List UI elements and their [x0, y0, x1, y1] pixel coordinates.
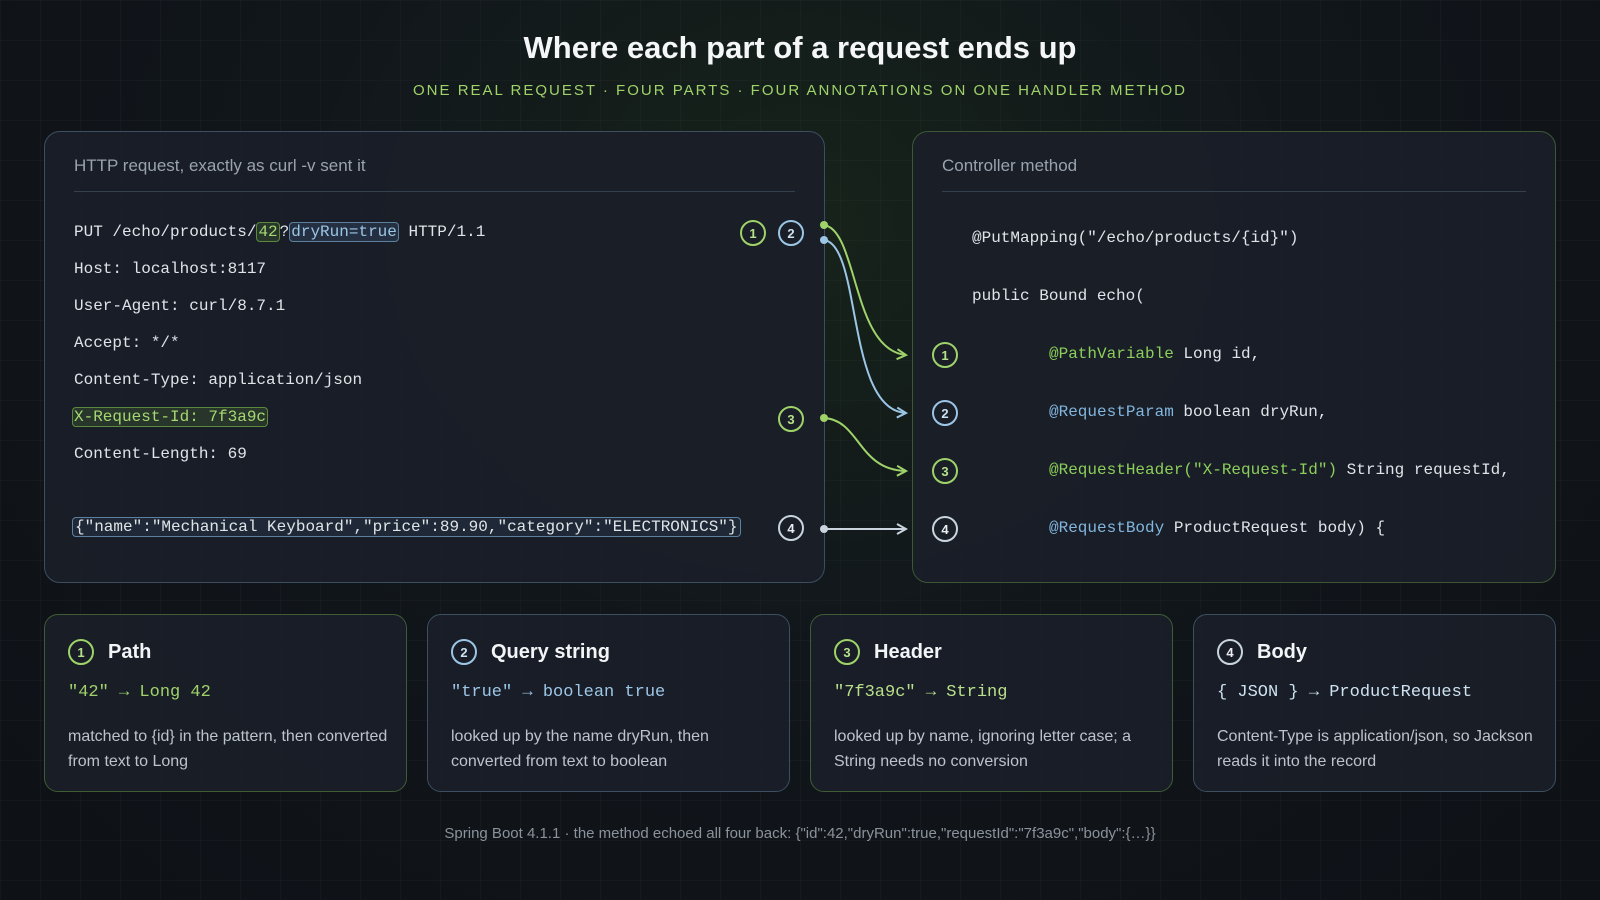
arrow-path-to-pathvariable	[820, 221, 906, 355]
card-mapping-query-string: "true" → boolean true	[451, 683, 666, 702]
card-description-query-string: looked up by the name dryRun, then conve…	[451, 728, 709, 770]
card-description-path: matched to {id} in the pattern, then con…	[68, 728, 388, 770]
arrow-body-to-requestbody	[820, 525, 906, 533]
card-body: 4 Body { JSON } → ProductRequest Content…	[1193, 614, 1556, 792]
card-badge-2: 2	[451, 639, 477, 665]
card-description-body: Content-Type is application/json, so Jac…	[1217, 728, 1533, 770]
footer-note: Spring Boot 4.1.1 · the method echoed al…	[444, 825, 1156, 842]
card-mapping-header: "7f3a9c" → String	[834, 683, 1008, 702]
card-title-body: Body	[1257, 641, 1307, 663]
card-title-query-string: Query string	[491, 641, 610, 663]
card-header: 3 Header "7f3a9c" → String looked up by …	[810, 614, 1173, 792]
card-mapping-path: "42" → Long 42	[68, 683, 211, 702]
card-badge-4: 4	[1217, 639, 1243, 665]
card-mapping-body: { JSON } → ProductRequest	[1217, 683, 1473, 702]
arrow-query-to-requestparam	[820, 236, 906, 413]
card-title-header: Header	[874, 641, 942, 663]
card-path: 1 Path "42" → Long 42 matched to {id} in…	[44, 614, 407, 792]
card-query-string: 2 Query string "true" → boolean true loo…	[427, 614, 790, 792]
arrow-header-to-requestheader	[820, 414, 906, 471]
card-badge-3: 3	[834, 639, 860, 665]
card-badge-1: 1	[68, 639, 94, 665]
card-title-path: Path	[108, 641, 152, 663]
card-description-header: looked up by name, ignoring letter case;…	[834, 728, 1132, 770]
